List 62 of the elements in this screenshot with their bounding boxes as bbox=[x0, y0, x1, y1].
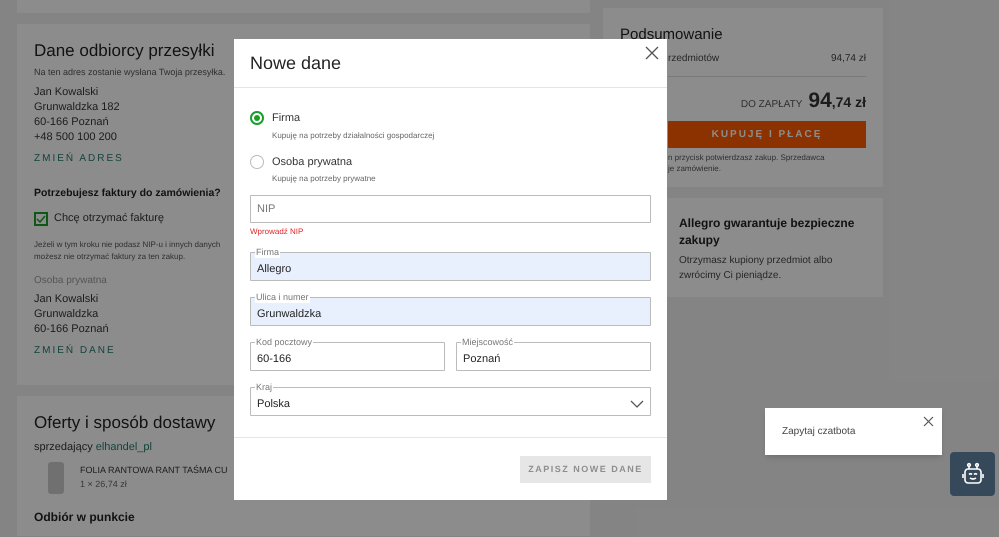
modal-title: Nowe dane bbox=[250, 52, 342, 74]
close-icon[interactable] bbox=[645, 46, 659, 60]
radio-label: Firma bbox=[272, 111, 302, 126]
guarantee-title: Allegro gwarantuje bezpieczne zakupy bbox=[679, 215, 856, 249]
robot-icon bbox=[960, 462, 984, 486]
total-amount: 94,74 zł bbox=[808, 88, 866, 114]
summary-title: Podsumowanie bbox=[620, 25, 724, 45]
address-line: Jan Kowalski bbox=[34, 292, 98, 307]
input-field[interactable]: Firma Allegro bbox=[250, 247, 651, 281]
address-line: Grunwaldzka bbox=[34, 306, 98, 322]
section-title: Dane odbiorcy przesyłki bbox=[34, 40, 216, 62]
field-label: Firma bbox=[255, 247, 280, 258]
total-label: DO ZAPŁATY bbox=[740, 98, 802, 112]
checkbox[interactable] bbox=[34, 212, 48, 226]
note-line: możesz nie otrzymać faktury za ten zakup. bbox=[34, 250, 186, 263]
radio-label: Osoba prywatna bbox=[272, 154, 354, 170]
address-line: Jan Kowalski bbox=[34, 84, 98, 100]
error-message: Wprowadź NIP bbox=[250, 226, 304, 238]
address-line: Grunwaldzka 182 bbox=[34, 100, 120, 114]
input-field[interactable]: NIP bbox=[250, 195, 651, 223]
note-line: Jeżeli w tym kroku nie podasz NIP-u i innych danych bbox=[34, 238, 220, 251]
address-line: 60-166 Poznań bbox=[34, 322, 109, 337]
field-value[interactable]: 60-166 bbox=[257, 350, 438, 368]
radio-hint: Kupuję na potrzeby prywatne bbox=[272, 173, 376, 185]
section-title: Potrzebujesz faktury do zamówienia? bbox=[34, 186, 221, 200]
radio-hint: Kupuję na potrzeby działalności gospodarczej bbox=[272, 130, 434, 142]
note-text: Na ten adres zostanie wysłana Twoja przesyłka. bbox=[34, 66, 226, 79]
field-label: Miejscowość bbox=[461, 337, 514, 348]
guarantee-text: Otrzymasz kupiony przedmiot albo zwrócimy Ci pieniądze. bbox=[679, 254, 834, 283]
chat-prompt: Zapytaj czatbota bbox=[782, 425, 856, 439]
field-value[interactable]: Polska bbox=[257, 396, 630, 412]
product-price: 1 × 26,74 zł bbox=[80, 478, 128, 490]
input-field[interactable]: Miejscowość Poznań bbox=[456, 337, 651, 371]
radio-button[interactable] bbox=[250, 154, 264, 168]
input-field[interactable]: Kod pocztowy 60-166 bbox=[250, 337, 445, 371]
field-label: Kod pocztowy bbox=[255, 337, 314, 348]
field-value[interactable]: Poznań bbox=[463, 350, 644, 368]
product-name: FOLIA RANTOWA RANT TAŚMA CU bbox=[80, 464, 228, 477]
field-label: Ulica i numer bbox=[255, 292, 310, 303]
items-label: rzedmiotów bbox=[668, 52, 720, 66]
chatbot-button[interactable] bbox=[950, 452, 995, 496]
product-photo bbox=[48, 462, 64, 494]
check-icon bbox=[36, 214, 46, 222]
address-line: +48 500 100 200 bbox=[34, 130, 117, 144]
chevron-down-icon bbox=[630, 400, 644, 408]
seller-label: sprzedający bbox=[34, 440, 93, 455]
field-value[interactable]: Grunwaldzka bbox=[257, 306, 644, 322]
input-field[interactable]: Ulica i numer Grunwaldzka bbox=[250, 292, 651, 326]
items-value: 94,74 zł bbox=[830, 52, 866, 66]
buyer-type: Osoba prywatna bbox=[34, 274, 107, 288]
close-icon[interactable] bbox=[923, 416, 934, 427]
address-line: 60-166 Poznań bbox=[34, 114, 109, 130]
field-value[interactable]: NIP bbox=[257, 200, 644, 218]
select-field[interactable]: Kraj Polska bbox=[250, 382, 651, 416]
note-line: je zamówienie. bbox=[668, 163, 722, 174]
field-label: Kraj bbox=[255, 382, 274, 393]
radio-button[interactable] bbox=[250, 111, 264, 125]
checkbox-label: Chcę otrzymać fakturę bbox=[54, 211, 164, 226]
field-value[interactable]: Allegro bbox=[257, 260, 644, 278]
section-title: Odbiór w punkcie bbox=[34, 508, 136, 526]
note-line: n przycisk potwierdzasz zakup. Sprzedawca bbox=[668, 152, 826, 163]
section-title: Oferty i sposób dostawy bbox=[34, 412, 216, 434]
